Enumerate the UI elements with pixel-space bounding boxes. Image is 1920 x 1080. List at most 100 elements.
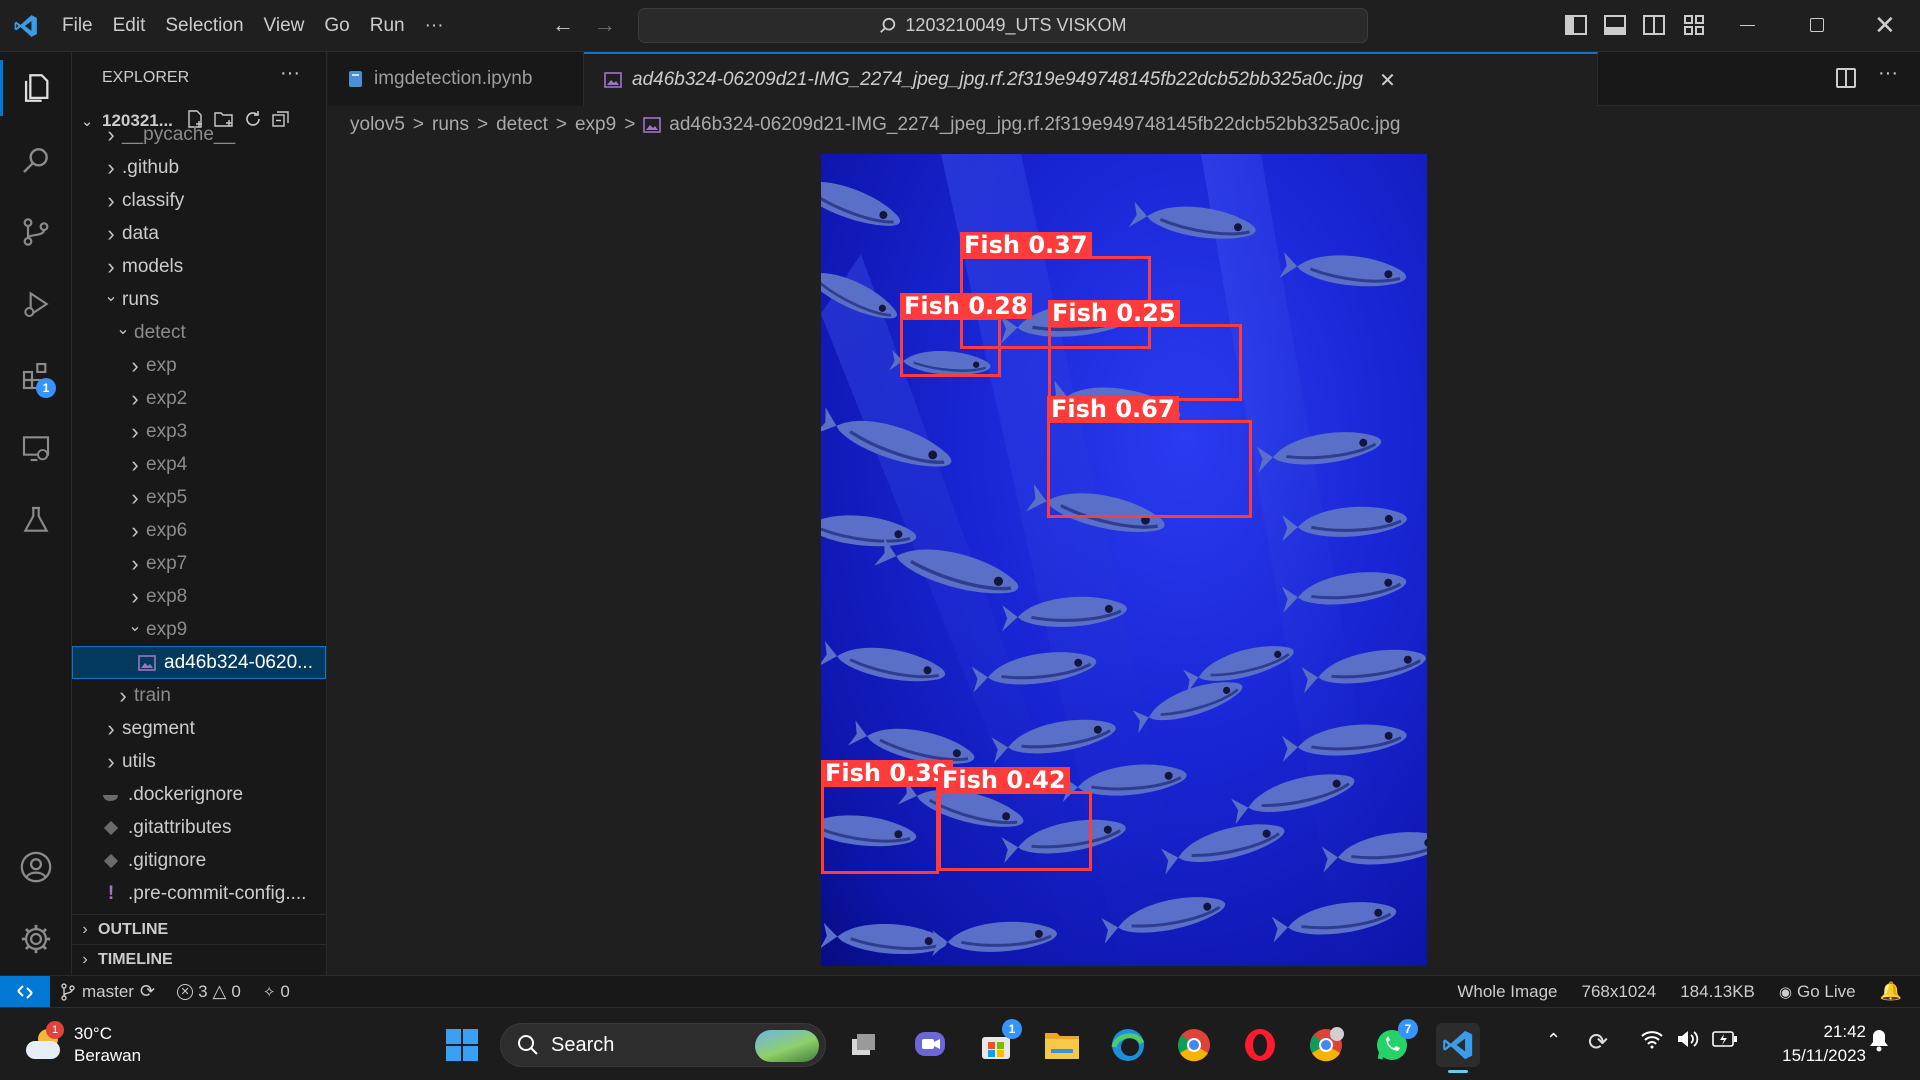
toggle-secondary-sidebar-icon[interactable] [1643, 15, 1665, 35]
tree-folder-detect[interactable]: ⌄ detect [72, 316, 326, 349]
tree-folder-exp7[interactable]: › exp7 [72, 547, 326, 580]
edge-browser-icon[interactable] [1106, 1023, 1150, 1067]
command-center-search[interactable]: 1203210049_UTS VISKOM [638, 8, 1368, 43]
breadcrumb-item[interactable]: exp9 [575, 114, 616, 136]
microsoft-store-icon[interactable]: 1 [974, 1019, 1022, 1067]
tree-folder-exp3[interactable]: › exp3 [72, 415, 326, 448]
tree-folder-classify[interactable]: › classify [72, 184, 326, 217]
close-icon[interactable]: ✕ [1874, 10, 1896, 41]
tree-folder-github[interactable]: › .github [72, 151, 326, 184]
menu-item-edit[interactable]: Edit [103, 0, 156, 52]
file-explorer-icon[interactable] [1040, 1023, 1084, 1067]
chrome-profile-icon[interactable] [1304, 1023, 1348, 1067]
notifications-bell-icon[interactable]: 🔔 [1880, 981, 1902, 1002]
tree-file[interactable]: .gitattributes [72, 811, 326, 844]
menu-item-view[interactable]: View [254, 0, 315, 52]
tab-imgdetection[interactable]: imgdetection.ipynb [328, 52, 584, 106]
menu-item-more[interactable]: ··· [415, 0, 454, 52]
tree-folder-data[interactable]: › data [72, 217, 326, 250]
tree-folder-exp[interactable]: › exp [72, 349, 326, 382]
tree-folder-runs[interactable]: ⌄ runs [72, 283, 326, 316]
tree-folder-exp6[interactable]: › exp6 [72, 514, 326, 547]
accounts-icon[interactable] [0, 831, 72, 903]
menu-item-run[interactable]: Run [360, 0, 415, 52]
outline-section[interactable]: › OUTLINE [72, 914, 326, 944]
split-editor-icon[interactable] [1836, 68, 1856, 88]
image-preview[interactable]: Fish 0.37 Fish 0.28 Fish 0.25 Fish 0.67 … [821, 154, 1427, 966]
tree-folder-exp9[interactable]: ⌄ exp9 [72, 613, 326, 646]
tree-folder-pycache[interactable]: › __pycache__ [72, 118, 326, 151]
task-view-icon[interactable] [842, 1023, 886, 1067]
taskbar-search-box[interactable]: Search [500, 1023, 826, 1067]
tree-file[interactable]: ad46b324-0620... [72, 646, 326, 679]
remote-indicator[interactable] [0, 975, 50, 1008]
sync-tray-icon[interactable]: ⟳ [1588, 1028, 1608, 1057]
customize-layout-icon[interactable] [1684, 15, 1704, 35]
vscode-taskbar-icon[interactable] [1436, 1023, 1480, 1073]
chevron-right-icon: › [131, 517, 139, 543]
tree-folder-models[interactable]: › models [72, 250, 326, 283]
volume-icon[interactable] [1676, 1028, 1700, 1055]
explorer-icon[interactable] [0, 52, 72, 124]
tree-folder-exp5[interactable]: › exp5 [72, 481, 326, 514]
tab-image-file[interactable]: ad46b324-06209d21-IMG_2274_jpeg_jpg.rf.2… [584, 52, 1598, 106]
error-count: 3 [198, 981, 208, 1001]
detection-box [938, 791, 1092, 871]
whatsapp-icon[interactable]: 7 [1370, 1019, 1418, 1067]
opera-browser-icon[interactable] [1238, 1023, 1282, 1067]
notification-bell-icon[interactable] [1868, 1028, 1890, 1057]
minimize-icon[interactable] [1740, 25, 1755, 26]
tree-file[interactable]: ! .pre-commit-config.... [72, 877, 326, 910]
menu-item-go[interactable]: Go [314, 0, 359, 52]
sync-icon[interactable]: ⟳ [140, 981, 155, 1002]
explorer-more-actions-icon[interactable]: ··· [280, 62, 300, 85]
chrome-icon[interactable] [1172, 1023, 1216, 1067]
problems-indicator[interactable]: ✕ 3 △ 0 [177, 981, 241, 1002]
windows-taskbar: 1 30°C Berawan Search 1 7 ⌃ ⟳ 21:42 15/1… [0, 1007, 1920, 1080]
breadcrumb-item[interactable]: runs [432, 114, 469, 136]
battery-icon[interactable] [1712, 1030, 1738, 1053]
weather-widget[interactable]: 1 30°C Berawan [24, 1020, 141, 1070]
clock[interactable]: 21:42 15/11/2023 [1756, 1020, 1866, 1068]
git-branch[interactable]: master ⟳ [60, 981, 155, 1002]
breadcrumb-item[interactable]: ad46b324-06209d21-IMG_2274_jpeg_jpg.rf.2… [669, 114, 1400, 136]
tree-folder-train[interactable]: › train [72, 679, 326, 712]
menu-item-file[interactable]: File [52, 0, 103, 52]
tab-close-icon[interactable]: ✕ [1379, 68, 1396, 93]
menu-item-selection[interactable]: Selection [155, 0, 253, 52]
toggle-panel-icon[interactable] [1604, 15, 1626, 35]
yaml-file-icon: ! [107, 882, 115, 904]
breadcrumb-item[interactable]: detect [496, 114, 548, 136]
timeline-section[interactable]: › TIMELINE [72, 944, 326, 974]
restore-icon[interactable] [1810, 18, 1824, 32]
teams-chat-icon[interactable] [908, 1023, 952, 1067]
wifi-icon[interactable] [1640, 1028, 1664, 1055]
run-debug-icon[interactable] [0, 268, 72, 340]
image-dimensions: 768x1024 [1581, 981, 1657, 1001]
editor-more-actions-icon[interactable]: ··· [1878, 62, 1898, 85]
windows-start-icon[interactable] [440, 1023, 484, 1067]
search-icon[interactable] [0, 124, 72, 196]
tree-folder-exp2[interactable]: › exp2 [72, 382, 326, 415]
settings-gear-icon[interactable] [0, 903, 72, 975]
remote-explorer-icon[interactable] [0, 412, 72, 484]
tree-folder-utils[interactable]: › utils [72, 745, 326, 778]
breadcrumb-item[interactable]: yolov5 [350, 114, 405, 136]
ports-indicator[interactable]: ✧ 0 [263, 982, 290, 1002]
tree-folder-exp4[interactable]: › exp4 [72, 448, 326, 481]
show-hidden-icons-chevron-up-icon[interactable]: ⌃ [1546, 1030, 1561, 1051]
tree-file[interactable]: .dockerignore [72, 778, 326, 811]
tree-folder-segment[interactable]: › segment [72, 712, 326, 745]
tree-label: exp7 [146, 552, 188, 574]
extensions-icon[interactable]: 1 [0, 340, 72, 412]
testing-flask-icon[interactable] [0, 484, 72, 556]
tree-file[interactable]: .gitignore [72, 844, 326, 877]
toggle-primary-sidebar-icon[interactable] [1565, 15, 1587, 35]
zoom-mode[interactable]: Whole Image [1457, 982, 1557, 1002]
tree-folder-exp8[interactable]: › exp8 [72, 580, 326, 613]
source-control-icon[interactable] [0, 196, 72, 268]
detection-label: Fish 0.28 [900, 293, 1032, 319]
nav-back-icon[interactable]: ← [552, 12, 574, 38]
go-live-button[interactable]: ◉ Go Live [1779, 982, 1856, 1002]
nav-forward-icon[interactable]: → [594, 12, 616, 38]
